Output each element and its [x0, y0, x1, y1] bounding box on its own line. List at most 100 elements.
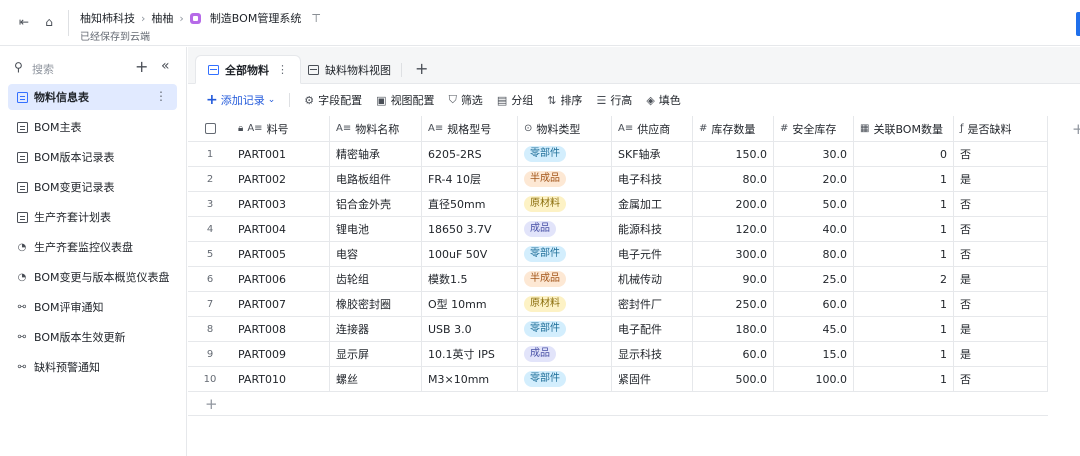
cell-bom-count[interactable]: 0: [854, 142, 954, 166]
cell-supplier[interactable]: 紧固件: [612, 367, 693, 391]
cell-name[interactable]: 电容: [330, 242, 422, 266]
cell-spec[interactable]: 直径50mm: [422, 192, 518, 216]
cell-name[interactable]: 连接器: [330, 317, 422, 341]
table-row[interactable]: 7 PART007 橡胶密封圈 O型 10mm 原材料 密封件厂 250.0 60.0 1 否: [188, 292, 1048, 317]
sidebar-item[interactable]: ◔ BOM变更与版本概览仪表盘: [8, 264, 177, 290]
more-icon[interactable]: ⋮: [155, 89, 167, 103]
cell-supplier[interactable]: 电子元件: [612, 242, 693, 266]
cell-stock[interactable]: 150.0: [693, 142, 774, 166]
column-header-type[interactable]: ⊙ 物料类型: [518, 116, 612, 141]
breadcrumb-app[interactable]: 制造BOM管理系统: [210, 10, 302, 26]
column-header-bom-count[interactable]: ▦ 关联BOM数量: [854, 116, 954, 141]
cell-code[interactable]: PART005: [232, 242, 330, 266]
cell-code[interactable]: PART010: [232, 367, 330, 391]
cell-type[interactable]: 成品: [518, 342, 612, 366]
cell-safety[interactable]: 20.0: [774, 167, 854, 191]
column-header-supplier[interactable]: A≡ 供应商: [612, 116, 693, 141]
cell-stock[interactable]: 180.0: [693, 317, 774, 341]
cell-bom-count[interactable]: 2: [854, 267, 954, 291]
cell-type[interactable]: 半成品: [518, 267, 612, 291]
sidebar-item[interactable]: 生产齐套计划表: [8, 204, 177, 230]
add-row-button[interactable]: +: [188, 392, 1048, 416]
cell-safety[interactable]: 15.0: [774, 342, 854, 366]
share-button[interactable]: [1076, 12, 1080, 36]
cell-supplier[interactable]: 密封件厂: [612, 292, 693, 316]
select-all-cell[interactable]: [188, 116, 232, 141]
cell-safety[interactable]: 40.0: [774, 217, 854, 241]
sidebar-item[interactable]: BOM变更记录表: [8, 174, 177, 200]
cell-name[interactable]: 螺丝: [330, 367, 422, 391]
cell-stock[interactable]: 120.0: [693, 217, 774, 241]
tab-shortage-view[interactable]: 缺料物料视图: [296, 55, 403, 84]
column-header-stock[interactable]: # 库存数量: [693, 116, 774, 141]
tab-all-materials[interactable]: 全部物料 ⋮: [195, 55, 301, 84]
collapse-nav-icon[interactable]: ⇤: [16, 15, 32, 29]
cell-spec[interactable]: O型 10mm: [422, 292, 518, 316]
cell-supplier[interactable]: 金属加工: [612, 192, 693, 216]
cell-type[interactable]: 零部件: [518, 242, 612, 266]
pin-icon[interactable]: ⊤: [311, 12, 321, 25]
cell-shortage[interactable]: 否: [954, 142, 1048, 166]
cell-spec[interactable]: 10.1英寸 IPS: [422, 342, 518, 366]
sidebar-item[interactable]: BOM主表: [8, 114, 177, 140]
cell-stock[interactable]: 80.0: [693, 167, 774, 191]
add-view-icon[interactable]: +: [415, 59, 428, 78]
cell-safety[interactable]: 100.0: [774, 367, 854, 391]
cell-shortage[interactable]: 否: [954, 242, 1048, 266]
cell-stock[interactable]: 300.0: [693, 242, 774, 266]
cell-safety[interactable]: 60.0: [774, 292, 854, 316]
column-header-safety[interactable]: # 安全库存: [774, 116, 854, 141]
cell-bom-count[interactable]: 1: [854, 292, 954, 316]
cell-bom-count[interactable]: 1: [854, 242, 954, 266]
cell-shortage[interactable]: 否: [954, 192, 1048, 216]
table-row[interactable]: 4 PART004 锂电池 18650 3.7V 成品 能源科技 120.0 40.0 1 否: [188, 217, 1048, 242]
select-all-checkbox[interactable]: [204, 123, 216, 134]
cell-name[interactable]: 橡胶密封圈: [330, 292, 422, 316]
cell-name[interactable]: 铝合金外壳: [330, 192, 422, 216]
cell-spec[interactable]: 6205-2RS: [422, 142, 518, 166]
sort-button[interactable]: ⇅ 排序: [547, 92, 582, 108]
field-config-button[interactable]: ⚙ 字段配置: [304, 92, 362, 108]
cell-code[interactable]: PART009: [232, 342, 330, 366]
cell-bom-count[interactable]: 1: [854, 217, 954, 241]
cell-safety[interactable]: 50.0: [774, 192, 854, 216]
add-table-icon[interactable]: +: [135, 57, 148, 76]
cell-safety[interactable]: 25.0: [774, 267, 854, 291]
table-row[interactable]: 3 PART003 铝合金外壳 直径50mm 原材料 金属加工 200.0 50.0 1 否: [188, 192, 1048, 217]
column-header-spec[interactable]: A≡ 规格型号: [422, 116, 518, 141]
cell-code[interactable]: PART007: [232, 292, 330, 316]
group-button[interactable]: ▤ 分组: [497, 92, 533, 108]
cell-supplier[interactable]: 电子配件: [612, 317, 693, 341]
cell-name[interactable]: 电路板组件: [330, 167, 422, 191]
collapse-sidebar-icon[interactable]: «: [161, 58, 170, 74]
view-config-button[interactable]: ▣ 视图配置: [376, 92, 434, 108]
cell-spec[interactable]: M3×10mm: [422, 367, 518, 391]
cell-supplier[interactable]: SKF轴承: [612, 142, 693, 166]
cell-code[interactable]: PART001: [232, 142, 330, 166]
home-icon[interactable]: ⌂: [41, 15, 57, 29]
cell-stock[interactable]: 500.0: [693, 367, 774, 391]
cell-shortage[interactable]: 否: [954, 217, 1048, 241]
cell-shortage[interactable]: 是: [954, 342, 1048, 366]
cell-code[interactable]: PART002: [232, 167, 330, 191]
table-row[interactable]: 2 PART002 电路板组件 FR-4 10层 半成品 电子科技 80.0 20.0 1 是: [188, 167, 1048, 192]
more-icon[interactable]: ⋮: [277, 63, 288, 76]
cell-type[interactable]: 半成品: [518, 167, 612, 191]
cell-type[interactable]: 零部件: [518, 317, 612, 341]
cell-name[interactable]: 精密轴承: [330, 142, 422, 166]
cell-shortage[interactable]: 是: [954, 267, 1048, 291]
cell-supplier[interactable]: 显示科技: [612, 342, 693, 366]
table-row[interactable]: 9 PART009 显示屏 10.1英寸 IPS 成品 显示科技 60.0 15.0 1 是: [188, 342, 1048, 367]
table-row[interactable]: 10 PART010 螺丝 M3×10mm 零部件 紧固件 500.0 100.0 1 否: [188, 367, 1048, 392]
cell-supplier[interactable]: 能源科技: [612, 217, 693, 241]
cell-type[interactable]: 零部件: [518, 367, 612, 391]
cell-name[interactable]: 齿轮组: [330, 267, 422, 291]
cell-spec[interactable]: 18650 3.7V: [422, 217, 518, 241]
breadcrumb-folder[interactable]: 柚柚: [151, 10, 173, 26]
breadcrumb-workspace[interactable]: 柚知柿科技: [80, 10, 135, 26]
cell-safety[interactable]: 45.0: [774, 317, 854, 341]
cell-type[interactable]: 原材料: [518, 192, 612, 216]
table-row[interactable]: 1 PART001 精密轴承 6205-2RS 零部件 SKF轴承 150.0 30.0 0 否: [188, 142, 1048, 167]
cell-bom-count[interactable]: 1: [854, 192, 954, 216]
cell-safety[interactable]: 30.0: [774, 142, 854, 166]
